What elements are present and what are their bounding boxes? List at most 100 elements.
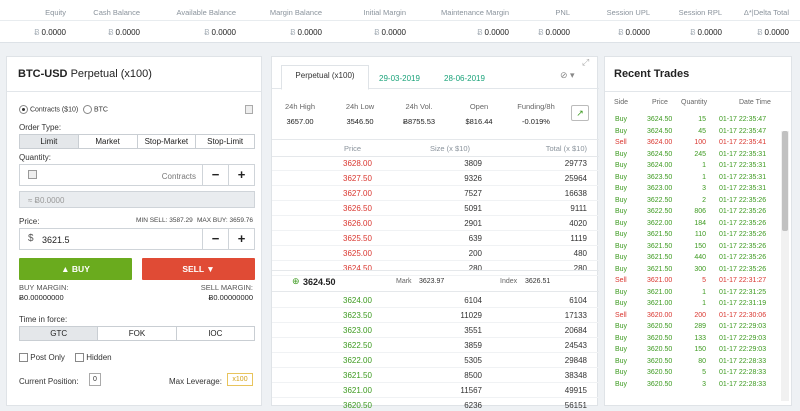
- trade-side: Buy: [615, 346, 628, 353]
- quantity-increment-button[interactable]: +: [228, 165, 254, 185]
- panel-title: BTC-USD Perpetual (x100): [18, 68, 152, 80]
- unit-radio-contracts[interactable]: Contracts ($10): [19, 105, 78, 114]
- trade-row: Sell 3620.00 200 01-17 22:30:06: [605, 311, 779, 321]
- quantity-input[interactable]: Contracts − +: [19, 164, 255, 186]
- trade-price: 3624.50: [647, 116, 673, 123]
- price-input[interactable]: $ 3621.5 − +: [19, 228, 255, 250]
- tab-perpetual[interactable]: Perpetual (x100): [281, 65, 369, 90]
- order-book-row[interactable]: 3623.00 3551 20684: [272, 323, 599, 338]
- order-type-stop-market[interactable]: Stop-Market: [138, 135, 197, 148]
- stat-24h-low: 3546.50: [346, 117, 374, 126]
- row-price: 3621.00: [343, 386, 372, 395]
- order-type-limit[interactable]: Limit: [20, 135, 79, 148]
- order-book-row[interactable]: 3620.50 6236 56151: [272, 398, 599, 411]
- order-book-row[interactable]: 3622.00 5305 29848: [272, 353, 599, 368]
- order-book-row[interactable]: 3627.00 7527 16638: [272, 186, 599, 201]
- trade-row: Buy 3621.50 150 01-17 22:35:26: [605, 242, 779, 252]
- row-price: 3624.00: [343, 296, 372, 305]
- max-leverage-label: Max Leverage:: [169, 377, 222, 386]
- order-book-row[interactable]: 3621.50 8500 38348: [272, 368, 599, 383]
- calculator-icon[interactable]: [245, 105, 253, 114]
- hidden-checkbox[interactable]: Hidden: [75, 353, 112, 363]
- row-price: 3623.00: [343, 326, 372, 335]
- order-book-row[interactable]: 3623.50 11029 17133: [272, 308, 599, 323]
- index-price: 3626.51: [525, 278, 551, 285]
- settings-dropdown-icon[interactable]: ⊘ ▾: [560, 70, 575, 81]
- sell-button[interactable]: SELL ▼: [142, 258, 255, 280]
- arrow-up-icon: ▲: [61, 264, 70, 274]
- trades-scrollbar[interactable]: [781, 131, 789, 401]
- trade-qty: 150: [694, 242, 706, 250]
- row-price: 3626.00: [343, 219, 372, 228]
- arrow-down-icon: ▼: [206, 264, 215, 274]
- row-price: 3625.50: [343, 234, 372, 243]
- sell-margin-label: SELL MARGIN:: [200, 283, 253, 292]
- trade-side: Buy: [615, 300, 628, 307]
- trade-time: 01-17 22:31:27: [719, 277, 767, 284]
- order-book-row[interactable]: 3621.00 11567 49915: [272, 383, 599, 398]
- unit-radio-btc[interactable]: BTC: [83, 105, 108, 114]
- row-price: 3620.50: [343, 401, 372, 410]
- tif-gtc[interactable]: GTC: [20, 327, 99, 340]
- trade-qty: 100: [694, 139, 706, 146]
- max-leverage-value[interactable]: x100: [227, 373, 253, 386]
- summary-header: Margin Balance: [269, 8, 322, 17]
- price-increment-button[interactable]: +: [228, 229, 254, 249]
- trade-time: 01-17 22:35:26: [719, 196, 767, 204]
- trade-qty: 300: [694, 265, 706, 273]
- post-only-checkbox[interactable]: Post Only: [19, 353, 65, 363]
- trade-qty: 150: [694, 346, 706, 353]
- order-book-row[interactable]: 3625.50 639 1119: [272, 231, 599, 246]
- buy-margin-value: Ƀ0.00000000: [19, 293, 64, 302]
- stat-label: 24h Low: [345, 102, 375, 111]
- trade-price: 3621.00: [647, 300, 673, 307]
- order-book-row[interactable]: 3622.50 3859 24543: [272, 338, 599, 353]
- price-decrement-button[interactable]: −: [202, 229, 228, 249]
- tab-29-03-2019[interactable]: 29-03-2019: [379, 74, 420, 83]
- instrument-type: Perpetual (x100): [70, 68, 152, 80]
- copy-icon: [28, 170, 37, 179]
- order-book-row[interactable]: 3627.50 9326 25964: [272, 171, 599, 186]
- row-price: 3621.50: [343, 371, 372, 380]
- trade-side: Buy: [615, 208, 628, 215]
- trade-qty: 289: [694, 323, 706, 330]
- order-entry-panel: BTC-USD Perpetual (x100) Contracts ($10)…: [6, 56, 262, 406]
- trade-price: 3621.50: [647, 231, 673, 238]
- trades-header: Side Price Quantity Date Time: [614, 99, 771, 106]
- order-book-row[interactable]: 3628.00 3809 29773: [272, 156, 599, 171]
- trade-side: Buy: [615, 196, 628, 204]
- order-book-row[interactable]: 3625.00 200 480: [272, 246, 599, 261]
- summary-header: Initial Margin: [363, 8, 406, 17]
- scrollbar-thumb[interactable]: [782, 131, 788, 231]
- row-size: 5091: [464, 204, 482, 213]
- time-in-force-selector: GTC FOK IOC: [19, 326, 255, 341]
- summary-header: Session RPL: [678, 8, 722, 17]
- stat-label: Funding/8h: [517, 102, 555, 111]
- row-price: 3622.00: [343, 356, 372, 365]
- quantity-decrement-button[interactable]: −: [202, 165, 228, 185]
- order-book-row[interactable]: 3626.00 2901 4020: [272, 216, 599, 231]
- dollar-icon: $: [28, 233, 34, 244]
- order-book-row[interactable]: 3626.50 5091 9111: [272, 201, 599, 216]
- buy-margin-label: BUY MARGIN:: [19, 283, 69, 292]
- trade-side: Sell: [615, 311, 627, 319]
- order-book-row[interactable]: 3624.00 6104 6104: [272, 293, 599, 308]
- trade-price: 3620.50: [647, 369, 673, 376]
- trade-qty: 2: [702, 196, 706, 204]
- expand-icon[interactable]: ⤢: [582, 57, 589, 68]
- trade-qty: 1: [702, 173, 706, 181]
- tif-ioc[interactable]: IOC: [177, 327, 254, 340]
- spread-row: ⊕ 3624.50 Mark 3623.97 Index 3626.51: [272, 270, 599, 292]
- buy-button[interactable]: ▲ BUY: [19, 258, 132, 280]
- tab-28-06-2019[interactable]: 28-06-2019: [444, 74, 485, 83]
- row-price: 3622.50: [343, 341, 372, 350]
- order-type-stop-limit[interactable]: Stop-Limit: [196, 135, 254, 148]
- tif-fok[interactable]: FOK: [98, 327, 177, 340]
- trade-price: 3623.50: [647, 173, 673, 181]
- order-type-market[interactable]: Market: [79, 135, 138, 148]
- row-total: 49915: [564, 386, 587, 395]
- quantity-label: Quantity:: [19, 153, 52, 162]
- chart-icon[interactable]: ↗: [571, 105, 589, 121]
- trade-price: 3622.50: [647, 208, 673, 215]
- summary-header: Equity: [45, 8, 66, 17]
